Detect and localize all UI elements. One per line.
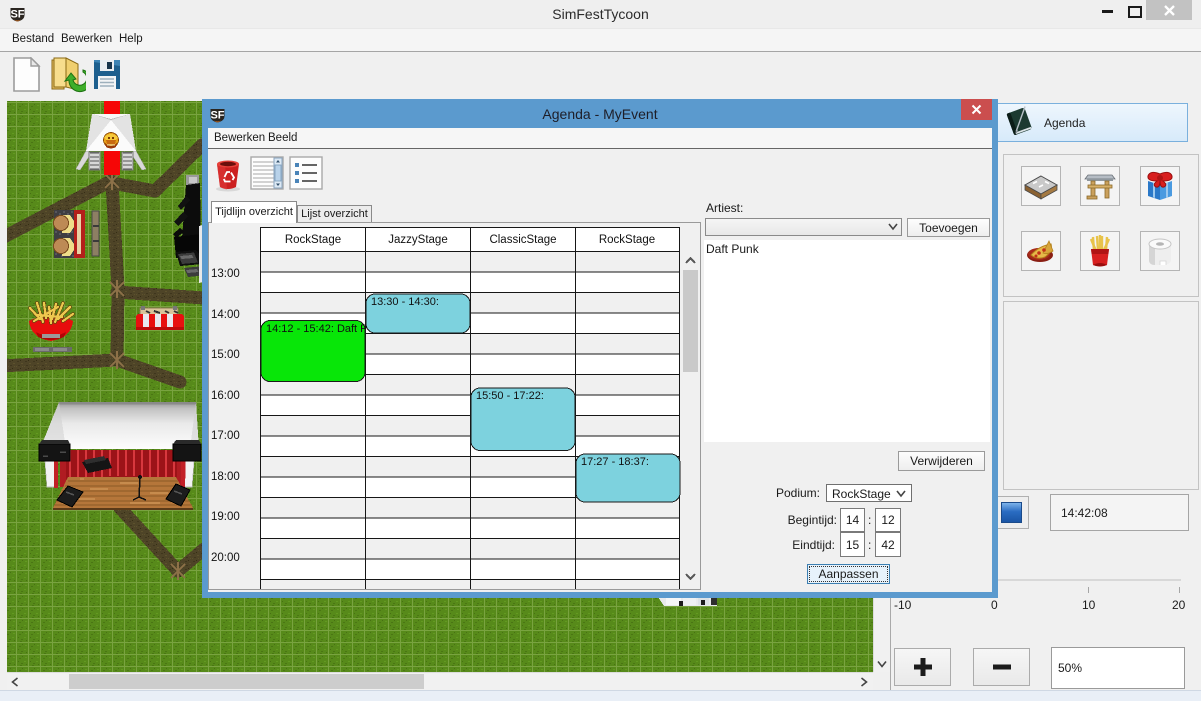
svg-text:20:00: 20:00 — [211, 552, 240, 564]
svg-text:SF: SF — [10, 9, 24, 21]
svg-text:17:27 - 18:37:: 17:27 - 18:37: — [581, 456, 649, 468]
svg-text:ClassicStage: ClassicStage — [489, 234, 556, 246]
svg-text:15:00: 15:00 — [211, 349, 240, 361]
svg-text:JazzyStage: JazzyStage — [388, 234, 447, 246]
svg-text:14:00: 14:00 — [211, 309, 240, 321]
svg-text:19:00: 19:00 — [211, 511, 240, 523]
svg-text:RockStage: RockStage — [599, 234, 655, 246]
svg-text:18:00: 18:00 — [211, 471, 240, 483]
svg-text:14:12 - 15:42: Daft P: 14:12 - 15:42: Daft P — [266, 323, 368, 335]
svg-text:17:00: 17:00 — [211, 430, 240, 442]
svg-text:RockStage: RockStage — [285, 234, 341, 246]
svg-text:13:00: 13:00 — [211, 268, 240, 280]
svg-text:13:30 - 14:30:: 13:30 - 14:30: — [371, 296, 439, 308]
svg-text:15:50 - 17:22:: 15:50 - 17:22: — [476, 390, 544, 402]
svg-text:16:00: 16:00 — [211, 390, 240, 402]
